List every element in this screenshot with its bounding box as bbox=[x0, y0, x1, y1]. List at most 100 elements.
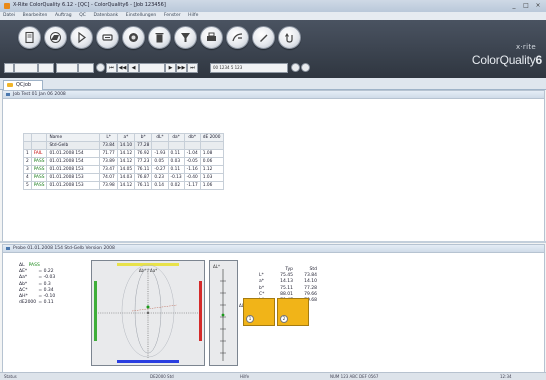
row-da: 0.03 bbox=[167, 157, 185, 166]
info-indicator[interactable] bbox=[96, 63, 105, 72]
menu-database[interactable]: Datenbank bbox=[90, 12, 121, 20]
menu-window[interactable]: Fenster bbox=[161, 12, 184, 20]
option-select[interactable] bbox=[56, 63, 78, 73]
standard-row[interactable]: Std-Gelb 73.84 14.10 77.28 bbox=[23, 141, 224, 150]
col-header-de[interactable]: dE 2000 bbox=[199, 133, 224, 142]
table-row[interactable]: 1 FAIL 01.01.2008 154 71.77 14.12 76.92 … bbox=[23, 149, 224, 158]
col-header-a[interactable]: a* bbox=[116, 133, 136, 142]
prev-record-button[interactable]: ◀ bbox=[128, 63, 139, 73]
filter-button[interactable] bbox=[174, 26, 197, 49]
menu-edit[interactable]: Bearbeiten bbox=[20, 12, 51, 20]
col-header-num[interactable] bbox=[23, 133, 32, 142]
print-icon bbox=[207, 32, 216, 41]
standard-color-swatch[interactable]: 2 bbox=[277, 298, 309, 326]
ab-plot[interactable]: Δb* / Δa* bbox=[91, 260, 205, 366]
measurement-table: Name L* a* b* dL* da* db* dE 2000 Std-Ge… bbox=[23, 133, 224, 190]
close-button[interactable]: × bbox=[534, 2, 542, 9]
product-name: ColorQuality bbox=[471, 53, 536, 67]
next-page-button[interactable]: ▶▶ bbox=[176, 63, 187, 73]
row-num: 2 bbox=[23, 157, 32, 166]
export-button[interactable] bbox=[96, 26, 119, 49]
col-header-l[interactable]: L* bbox=[99, 133, 118, 142]
row-de: 1.03 bbox=[199, 173, 224, 182]
col-header-name[interactable]: Name bbox=[46, 133, 101, 142]
row-a: 14.05 bbox=[116, 165, 136, 174]
new-button[interactable] bbox=[18, 26, 41, 49]
export-icon bbox=[102, 34, 113, 41]
row-db: -1.04 bbox=[183, 149, 201, 158]
record-position[interactable] bbox=[139, 63, 165, 73]
col-header-db[interactable]: db* bbox=[183, 133, 201, 142]
menu-file[interactable]: Datei bbox=[0, 12, 18, 20]
row-de: 1.06 bbox=[199, 181, 224, 190]
first-record-button[interactable]: ⏮ bbox=[106, 63, 117, 73]
row-num: 1 bbox=[23, 149, 32, 158]
measure-button[interactable] bbox=[70, 26, 93, 49]
table-row[interactable]: 4 PASS 01.01.2008 153 74.07 14.03 76.87 … bbox=[23, 173, 224, 182]
next-record-button[interactable]: ▶ bbox=[165, 63, 176, 73]
table-row[interactable]: 2 PASS 01.01.2008 154 73.89 14.12 77.23 … bbox=[23, 157, 224, 166]
status-indicator-2[interactable] bbox=[301, 63, 310, 72]
row-de: 1.12 bbox=[199, 165, 224, 174]
row-da: 0.02 bbox=[167, 181, 185, 190]
view-select[interactable] bbox=[14, 63, 38, 73]
mode-button[interactable] bbox=[4, 63, 14, 73]
row-dl: 0.23 bbox=[151, 173, 169, 182]
col-header-status[interactable] bbox=[30, 133, 48, 142]
undo-button[interactable] bbox=[278, 26, 301, 49]
row-l: 74.07 bbox=[99, 173, 118, 182]
table-row[interactable]: 3 PASS 01.01.2008 153 73.47 14.05 76.11 … bbox=[23, 165, 224, 174]
menu-job[interactable]: Auftrag bbox=[52, 12, 75, 20]
col-header-da[interactable]: da* bbox=[167, 133, 185, 142]
last-record-button[interactable]: ⏭ bbox=[187, 63, 198, 73]
product-version: 6 bbox=[535, 53, 543, 67]
row-a: 14.03 bbox=[116, 173, 136, 182]
stat-value: -0.03 bbox=[43, 275, 56, 281]
row-de: 0.06 bbox=[199, 157, 224, 166]
red-axis-bar bbox=[199, 281, 202, 341]
menu-help[interactable]: Hilfe bbox=[185, 12, 201, 20]
prev-page-button[interactable]: ◀◀ bbox=[117, 63, 128, 73]
minimize-button[interactable]: _ bbox=[510, 2, 518, 9]
sample-panel-title: Probe 01.01.2008 154 Std-Gelb Version 20… bbox=[13, 246, 115, 251]
undo-icon bbox=[285, 33, 293, 43]
pen-button[interactable] bbox=[252, 26, 275, 49]
pass-badge: PASS bbox=[28, 263, 40, 268]
row-b: 76.92 bbox=[134, 149, 153, 158]
panel-splitter[interactable] bbox=[0, 241, 546, 243]
delete-button[interactable] bbox=[148, 26, 171, 49]
menu-qc[interactable]: QC bbox=[76, 12, 89, 20]
table-header-row: Name L* a* b* dL* da* db* dE 2000 bbox=[23, 133, 224, 142]
green-axis-bar bbox=[94, 281, 97, 341]
col-header-dl[interactable]: dL* bbox=[151, 133, 169, 142]
row-l: 73.89 bbox=[99, 157, 118, 166]
tab-qcjob[interactable]: QCjob bbox=[3, 80, 43, 90]
l-axis-plot[interactable]: ΔL* bbox=[209, 260, 238, 366]
filter-icon bbox=[181, 33, 190, 42]
sample-color-swatch[interactable]: 1 bbox=[243, 298, 275, 326]
record-field[interactable]: 00 1234 5 123 bbox=[210, 63, 288, 73]
row-dl: 0.14 bbox=[151, 181, 169, 190]
job-panel-header: Job Test 01 Jan 06 2008 bbox=[3, 91, 544, 99]
open-button[interactable] bbox=[44, 26, 67, 49]
status-badge: PASS bbox=[30, 157, 48, 166]
row-b: 76.11 bbox=[134, 165, 153, 174]
row-de: 1.08 bbox=[199, 149, 224, 158]
app-icon bbox=[4, 3, 10, 9]
row-db: -0.40 bbox=[183, 173, 201, 182]
row-l: 73.98 bbox=[99, 181, 118, 190]
row-name: 01.01.2008 153 bbox=[46, 165, 101, 174]
print-button[interactable] bbox=[200, 26, 223, 49]
report-button[interactable] bbox=[226, 26, 249, 49]
row-name: 01.01.2008 154 bbox=[46, 157, 101, 166]
row-da: -0.13 bbox=[167, 173, 185, 182]
target-button[interactable] bbox=[122, 26, 145, 49]
menu-settings[interactable]: Einstellungen bbox=[123, 12, 160, 20]
table-row[interactable]: 5 PASS 01.01.2008 153 73.98 14.12 76.11 … bbox=[23, 181, 224, 190]
status-indicator-1[interactable] bbox=[291, 63, 300, 72]
layout-select[interactable] bbox=[38, 63, 54, 73]
maximize-button[interactable]: □ bbox=[522, 2, 530, 9]
row-name: 01.01.2008 153 bbox=[46, 181, 101, 190]
unit-select[interactable] bbox=[78, 63, 94, 73]
col-header-b[interactable]: b* bbox=[134, 133, 153, 142]
